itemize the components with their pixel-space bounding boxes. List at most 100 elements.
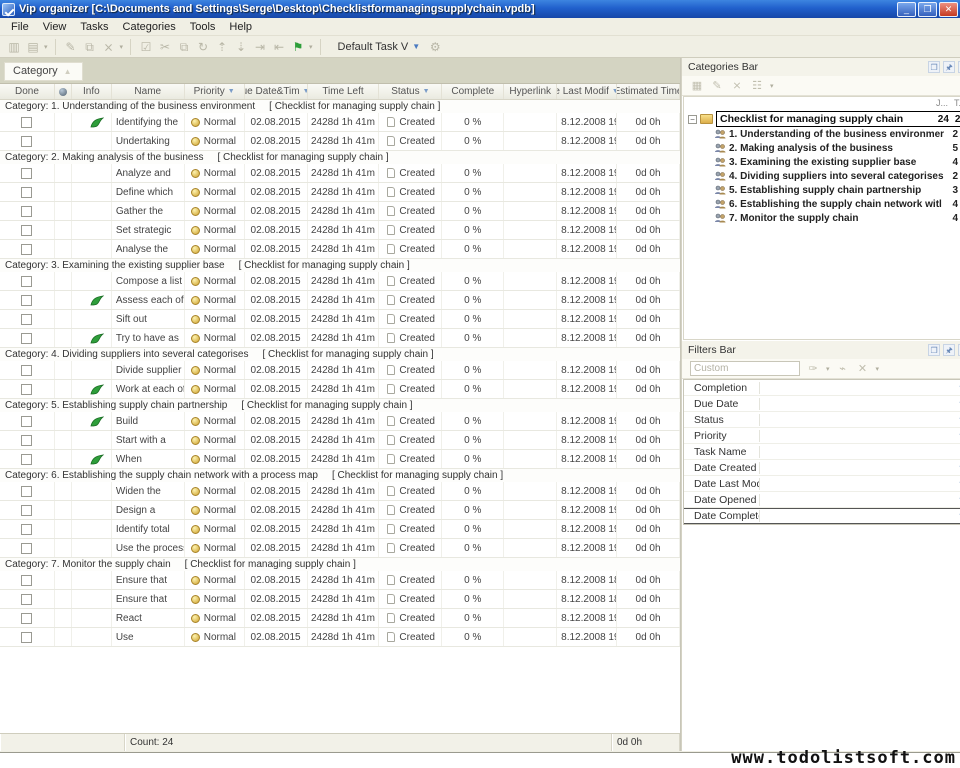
done-checkbox[interactable] (21, 295, 32, 306)
task-name-cell[interactable]: Build (112, 412, 185, 430)
task-row[interactable]: Design aNormal02.08.20152428d 1h 41mCrea… (0, 501, 680, 520)
task-row[interactable]: Widen theNormal02.08.20152428d 1h 41mCre… (0, 482, 680, 501)
filter-row-date-completed[interactable]: Date Completed▼ (684, 508, 960, 524)
filter-row-priority[interactable]: Priority▼ (684, 428, 960, 444)
column-header-info[interactable]: Info (72, 84, 112, 99)
category-row[interactable]: Category: 1. Understanding of the busine… (0, 100, 680, 113)
menu-item-tasks[interactable]: Tasks (73, 19, 115, 35)
new-dropdown-icon[interactable]: ▾ (44, 43, 48, 51)
filter-row-date-last-modifie[interactable]: Date Last Modifie▼ (684, 476, 960, 492)
complete-task-icon[interactable]: ☑ (138, 39, 154, 55)
new-category-icon[interactable]: ▦ (690, 79, 704, 93)
column-header-estimated-time[interactable]: Estimated Time (617, 84, 680, 99)
column-header-e-last-modif[interactable]: e Last Modif▼ (557, 84, 617, 99)
task-name-cell[interactable]: Ensure that (112, 571, 185, 589)
pin-panel-icon[interactable]: 🖈 (943, 61, 955, 73)
pin-panel-icon[interactable]: 🖈 (943, 344, 955, 356)
column-header-name[interactable]: Name (112, 84, 185, 99)
done-checkbox[interactable] (21, 136, 32, 147)
task-name-cell[interactable]: Use (112, 628, 185, 646)
done-checkbox[interactable] (21, 117, 32, 128)
filter-row-date-created[interactable]: Date Created▼ (684, 460, 960, 476)
move-down-icon[interactable]: ⇣ (233, 39, 249, 55)
column-header-time-left[interactable]: Time Left (308, 84, 380, 99)
task-row[interactable]: Identify totalNormal02.08.20152428d 1h 4… (0, 520, 680, 539)
apply-filter-icon[interactable]: ✑ (806, 362, 820, 376)
column-header-priority[interactable]: Priority▼ (185, 84, 245, 99)
move-up-icon[interactable]: ⇡ (214, 39, 230, 55)
task-row[interactable]: Sift outNormal02.08.20152428d 1h 41mCrea… (0, 310, 680, 329)
tree-category-item[interactable]: 2. Making analysis of the business55 (684, 141, 960, 155)
done-checkbox[interactable] (21, 613, 32, 624)
delete-filter-icon[interactable]: ✕ (856, 362, 870, 376)
task-row[interactable]: Identifying theNormal02.08.20152428d 1h … (0, 113, 680, 132)
tree-expander-icon[interactable]: − (688, 115, 697, 124)
chevron-down-icon[interactable]: ▼ (952, 463, 960, 473)
task-name-cell[interactable]: Start with a (112, 431, 185, 449)
task-row[interactable]: Assess each ofNormal02.08.20152428d 1h 4… (0, 291, 680, 310)
done-checkbox[interactable] (21, 524, 32, 535)
task-name-cell[interactable]: Widen the (112, 482, 185, 500)
task-row[interactable]: Set strategicNormal02.08.20152428d 1h 41… (0, 221, 680, 240)
tree-category-item[interactable]: 1. Understanding of the business environ… (684, 127, 960, 141)
filters-more-icon[interactable]: ▾ (876, 365, 880, 373)
tree-root-row[interactable]: −Checklist for managing supply chain2424 (684, 111, 960, 127)
chevron-down-icon[interactable]: ▼ (952, 479, 960, 489)
filter-row-date-opened[interactable]: Date Opened▼ (684, 492, 960, 508)
flag-icon[interactable]: ⚑ (290, 39, 306, 55)
task-row[interactable]: UndertakingNormal02.08.20152428d 1h 41mC… (0, 132, 680, 151)
done-checkbox[interactable] (21, 505, 32, 516)
category-row[interactable]: Category: 4. Dividing suppliers into sev… (0, 348, 680, 361)
task-name-cell[interactable]: Gather the (112, 202, 185, 220)
done-checkbox[interactable] (21, 314, 32, 325)
edit-task-icon[interactable]: ✎ (63, 39, 79, 55)
float-panel-icon[interactable]: ❐ (928, 61, 940, 73)
task-row[interactable]: Try to have asNormal02.08.20152428d 1h 4… (0, 329, 680, 348)
done-checkbox[interactable] (21, 543, 32, 554)
chevron-down-icon[interactable]: ▼ (952, 511, 960, 521)
done-checkbox[interactable] (21, 187, 32, 198)
task-name-cell[interactable]: Analyse the (112, 240, 185, 258)
float-panel-icon[interactable]: ❐ (928, 344, 940, 356)
task-name-cell[interactable]: Ensure that (112, 590, 185, 608)
task-name-cell[interactable]: Divide supplier (112, 361, 185, 379)
tree-category-item[interactable]: 4. Dividing suppliers into several categ… (684, 169, 960, 183)
column-header-ue-date-tim[interactable]: ue Date&Tim▼ (245, 84, 308, 99)
chevron-down-icon[interactable]: ▼ (952, 415, 960, 425)
menu-item-tools[interactable]: Tools (183, 19, 223, 35)
done-checkbox[interactable] (21, 594, 32, 605)
done-checkbox[interactable] (21, 435, 32, 446)
delete-category-icon[interactable]: ⨯ (730, 79, 744, 93)
edit-dropdown-icon[interactable]: ▾ (120, 43, 124, 51)
refresh-icon[interactable]: ↻ (195, 39, 211, 55)
task-row[interactable]: Divide supplierNormal02.08.20152428d 1h … (0, 361, 680, 380)
column-header-done[interactable]: Done (0, 84, 55, 99)
done-checkbox[interactable] (21, 575, 32, 586)
task-name-cell[interactable]: Identifying the (112, 113, 185, 131)
task-row[interactable]: Work at each ofNormal02.08.20152428d 1h … (0, 380, 680, 399)
menu-item-view[interactable]: View (36, 19, 74, 35)
clear-filter-icon[interactable]: ⌁ (836, 362, 850, 376)
task-row[interactable]: BuildNormal02.08.20152428d 1h 41mCreated… (0, 412, 680, 431)
minimize-button[interactable]: _ (897, 2, 916, 17)
task-name-cell[interactable]: Try to have as (112, 329, 185, 347)
done-checkbox[interactable] (21, 244, 32, 255)
done-checkbox[interactable] (21, 168, 32, 179)
task-name-cell[interactable]: Identify total (112, 520, 185, 538)
task-name-cell[interactable]: Set strategic (112, 221, 185, 239)
group-by-category-button[interactable]: Category ▲ (4, 62, 83, 81)
task-row[interactable]: ReactNormal02.08.20152428d 1h 41mCreated… (0, 609, 680, 628)
chevron-down-icon[interactable]: ▼ (228, 88, 235, 95)
category-row[interactable]: Category: 7. Monitor the supply chain[ C… (0, 558, 680, 571)
menu-item-categories[interactable]: Categories (116, 19, 183, 35)
view-settings-icon[interactable]: ⚙ (427, 39, 443, 55)
duplicate-task-icon[interactable]: ⧉ (82, 39, 98, 55)
done-checkbox[interactable] (21, 206, 32, 217)
tree-category-item[interactable]: 5. Establishing supply chain partnership… (684, 183, 960, 197)
done-checkbox[interactable] (21, 276, 32, 287)
done-checkbox[interactable] (21, 416, 32, 427)
task-row[interactable]: UseNormal02.08.20152428d 1h 41mCreated0 … (0, 628, 680, 647)
task-name-cell[interactable]: Compose a list (112, 272, 185, 290)
task-name-cell[interactable]: Undertaking (112, 132, 185, 150)
category-row[interactable]: Category: 3. Examining the existing supp… (0, 259, 680, 272)
